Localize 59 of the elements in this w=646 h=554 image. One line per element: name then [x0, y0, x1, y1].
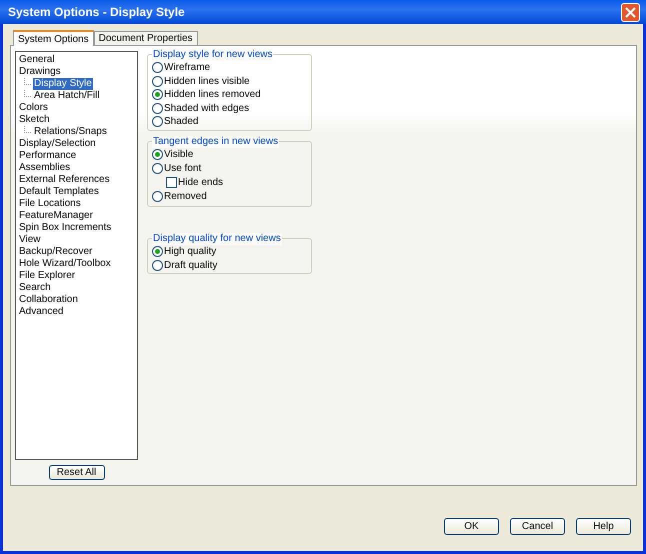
tree-item[interactable]: Assemblies — [18, 162, 72, 174]
checkbox[interactable] — [166, 177, 177, 188]
dialog-button[interactable]: OK — [444, 518, 499, 535]
tree-item[interactable]: External References — [18, 174, 111, 186]
tree-item[interactable]: Backup/Recover — [18, 246, 94, 258]
option-label: Wireframe — [164, 62, 210, 74]
group-title: Display quality for new views — [152, 233, 282, 245]
option-label: Visible — [164, 149, 194, 160]
option-label: High quality — [164, 246, 216, 258]
tree-item[interactable]: Area Hatch/Fill — [33, 90, 101, 102]
tree-item[interactable]: Collaboration — [18, 294, 79, 306]
tree-item[interactable]: Display/Selection — [18, 138, 97, 150]
tree-item[interactable]: File Explorer — [18, 270, 76, 282]
option-label: Shaded — [164, 116, 198, 128]
radio-button[interactable] — [152, 191, 163, 202]
tree-item[interactable]: Search — [18, 282, 52, 294]
tab[interactable]: Document Properties — [94, 31, 198, 45]
tree-line — [24, 78, 31, 85]
radio-button[interactable] — [152, 89, 163, 100]
tree-item[interactable]: Hole Wizard/Toolbox — [18, 258, 112, 270]
option-label: Use font — [164, 162, 202, 174]
tree-item[interactable]: Drawings — [18, 66, 62, 78]
tree-item[interactable]: Colors — [18, 102, 49, 114]
tab[interactable]: System Options — [13, 30, 94, 46]
radio-button[interactable] — [152, 246, 163, 258]
option-label: Hidden lines visible — [164, 76, 250, 87]
radio-button[interactable] — [152, 149, 163, 160]
tree-item[interactable]: Relations/Snaps — [33, 126, 108, 138]
tree-item[interactable]: Display Style — [33, 78, 93, 90]
tree-item[interactable]: File Locations — [18, 198, 82, 210]
option-label: Hide ends — [178, 177, 224, 188]
tree-item[interactable]: View — [18, 234, 42, 246]
option-label: Hidden lines removed — [164, 89, 261, 100]
option-label: Shaded with edges — [164, 102, 250, 114]
option-label: Draft quality — [164, 260, 218, 271]
dialog-button[interactable]: Help — [576, 518, 631, 535]
radio-button[interactable] — [152, 260, 163, 271]
window-title: System Options - Display Style — [8, 5, 185, 19]
close-icon — [625, 6, 636, 18]
tree-line — [24, 90, 31, 97]
tree-item[interactable]: General — [18, 54, 56, 66]
tree-item[interactable]: Default Templates — [18, 186, 100, 198]
tree-item[interactable]: Sketch — [18, 114, 51, 126]
radio-button[interactable] — [152, 76, 163, 87]
tree-item[interactable]: Spin Box Increments — [18, 222, 112, 234]
close-button[interactable] — [621, 2, 640, 22]
radio-button[interactable] — [152, 102, 163, 114]
radio-button[interactable] — [152, 62, 163, 74]
option-label: Removed — [164, 191, 207, 202]
tree-item[interactable]: FeatureManager — [18, 210, 94, 222]
group-title: Display style for new views — [152, 49, 274, 61]
tree-item[interactable]: Performance — [18, 150, 78, 162]
dialog-button[interactable]: Cancel — [510, 518, 565, 535]
reset-all-button[interactable]: Reset All — [48, 464, 104, 480]
group-title: Tangent edges in new views — [152, 136, 280, 148]
radio-button[interactable] — [152, 116, 163, 128]
tree-item[interactable]: Advanced — [18, 306, 64, 318]
tree-line — [24, 126, 31, 133]
radio-button[interactable] — [152, 162, 163, 174]
